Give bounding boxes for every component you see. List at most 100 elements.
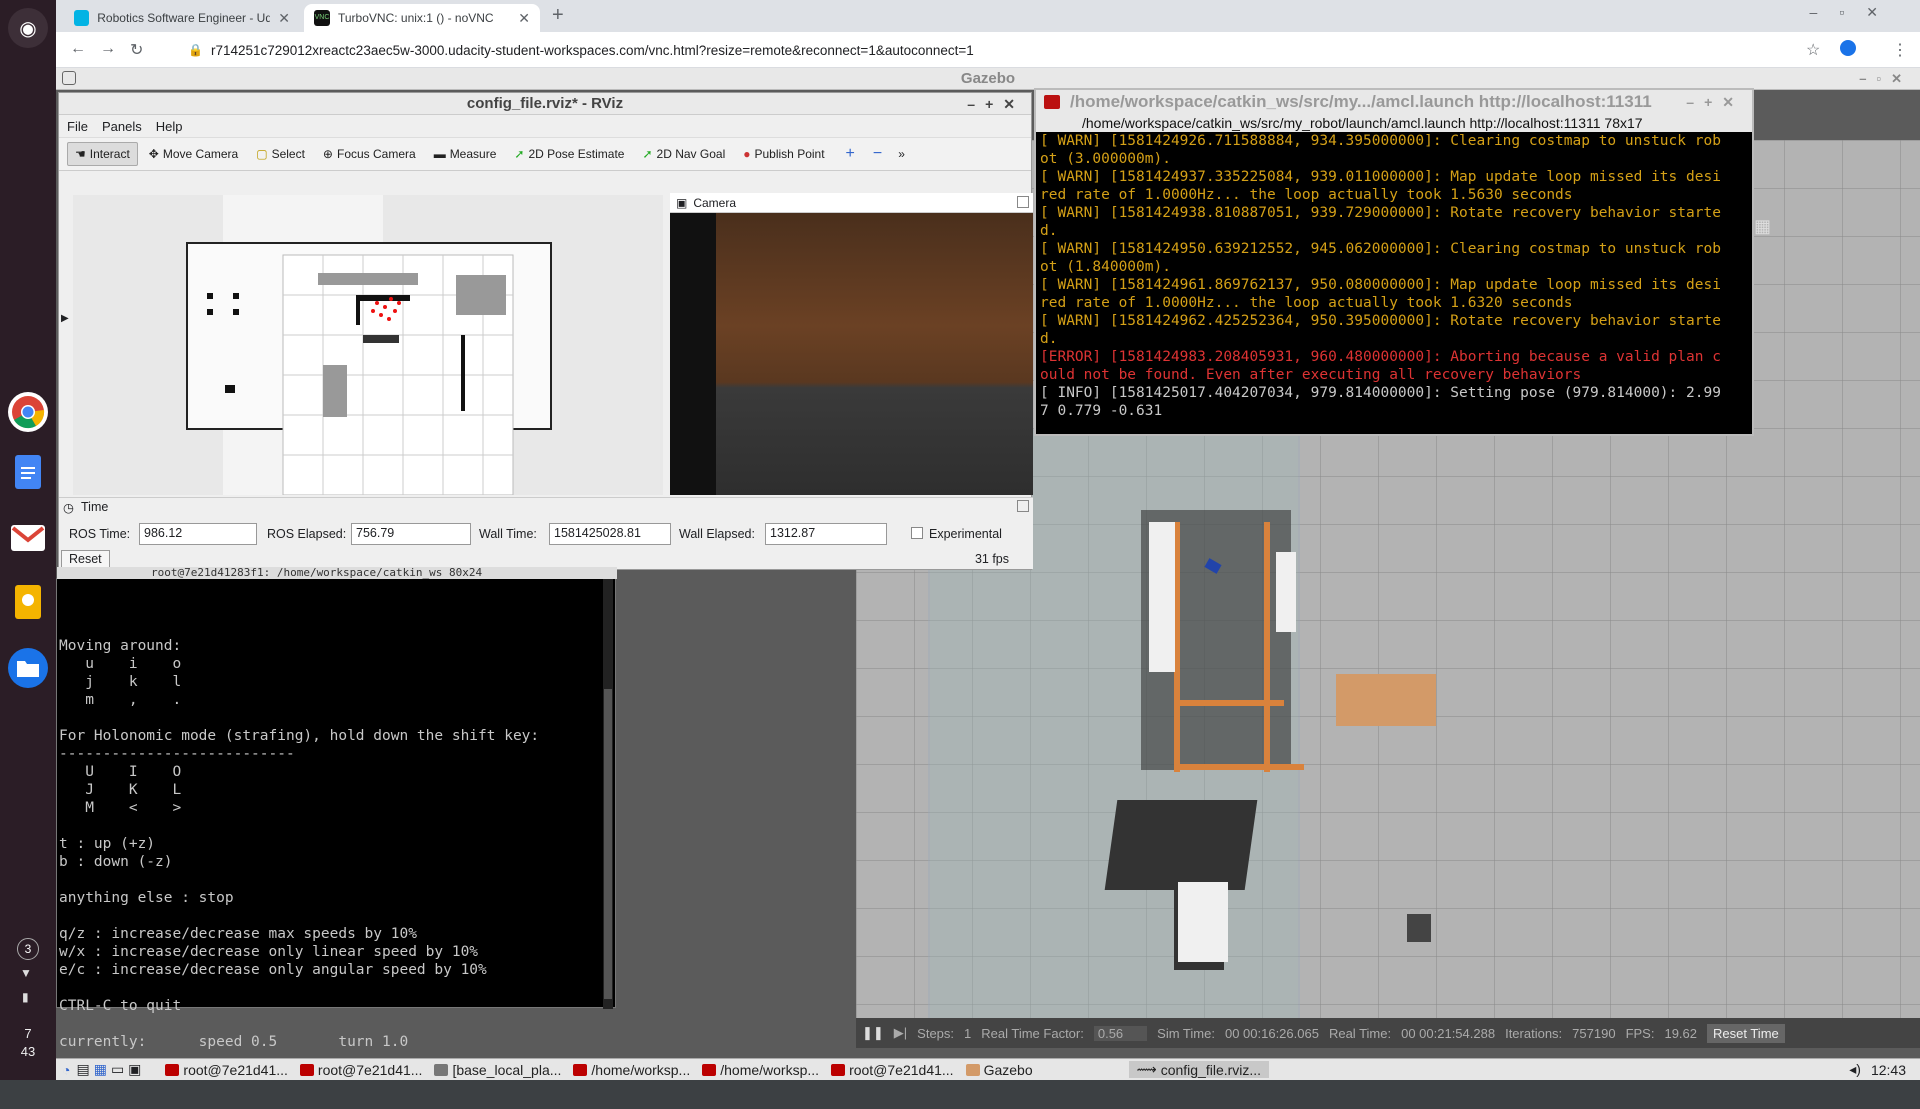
gazebo-icon	[965, 1063, 980, 1076]
amcl-subtitle: /home/workspace/catkin_ws/src/my_robot/l…	[1082, 115, 1643, 131]
taskbar-label: /home/worksp...	[591, 1061, 691, 1078]
iterations-label: Iterations:	[1505, 1025, 1563, 1041]
taskbar-item[interactable]: /home/worksp...	[702, 1062, 819, 1078]
menu-help[interactable]: Help	[156, 119, 183, 134]
taskbar-item[interactable]: /home/worksp...	[573, 1062, 690, 1078]
pause-icon[interactable]: ❚❚	[862, 1025, 884, 1041]
menu-file[interactable]: File	[67, 119, 88, 134]
tool-publish-point[interactable]: ● Publish Point	[736, 143, 831, 165]
experimental-checkbox[interactable]	[911, 527, 923, 539]
start-menu-icon[interactable]: ◔	[62, 1062, 70, 1078]
vnc-desktop[interactable]: Gazebo –▫✕ ❚❚ ▶| Steps: 1 Real Time Fact…	[56, 68, 1920, 1058]
launcher-icon[interactable]: ◉	[8, 8, 48, 48]
new-tab-button[interactable]: +	[552, 4, 564, 27]
window-launcher-icon[interactable]: ▭	[111, 1061, 124, 1078]
tool-move-camera[interactable]: ✥ Move Camera	[142, 143, 245, 165]
terminal-line: ---------------------------	[59, 746, 295, 762]
time-panel-close[interactable]	[1017, 500, 1029, 512]
close-icon[interactable]: ✕	[518, 10, 530, 27]
terminal-line: CTRL-C to quit	[59, 998, 182, 1014]
amcl-terminal-output[interactable]: [ WARN] [1581424926.711588884, 934.39500…	[1036, 132, 1752, 432]
reset-time-button[interactable]: Reset Time	[1707, 1023, 1785, 1043]
bookmark-star-icon[interactable]: ☆	[1806, 40, 1820, 60]
ros-elapsed-label: ROS Elapsed:	[267, 527, 347, 541]
taskbar-item[interactable]: root@7e21d41...	[299, 1062, 422, 1078]
left-dock-arrow-icon[interactable]: ▶	[61, 313, 69, 324]
taskbar-item[interactable]: root@7e21d41...	[831, 1062, 954, 1078]
ros-elapsed-field[interactable]: 756.79	[351, 523, 471, 545]
menu-panels[interactable]: Panels	[102, 119, 142, 134]
wall-time-field[interactable]: 1581425028.81	[549, 523, 671, 545]
add-tool-icon[interactable]: +	[846, 145, 855, 163]
terminal-icon	[1044, 95, 1060, 109]
wall	[1174, 764, 1304, 770]
keep-icon[interactable]	[8, 582, 48, 622]
reload-icon[interactable]: ↻	[130, 40, 143, 60]
taskbar-label: root@7e21d41...	[849, 1061, 954, 1078]
tool-label: Focus Camera	[336, 147, 416, 161]
close-icon[interactable]: ✕	[278, 10, 290, 27]
taskbar-item-active[interactable]: ⟿ config_file.rviz...	[1128, 1061, 1270, 1078]
battery-icon: ▮	[22, 990, 29, 1004]
rviz-map-view[interactable]	[73, 195, 663, 496]
tab-udacity[interactable]: Robotics Software Engineer - Uda ✕	[64, 4, 300, 32]
gazebo-window-controls[interactable]: –▫✕	[1859, 68, 1912, 90]
reset-button[interactable]: Reset	[61, 550, 110, 568]
terminal-line: [ WARN] [1581424962.425252364, 950.39500…	[1040, 313, 1721, 329]
tool-2d-pose-estimate[interactable]: ➚ 2D Pose Estimate	[507, 143, 631, 165]
rtf-value: 0.56	[1093, 1025, 1148, 1041]
gmail-icon[interactable]	[8, 518, 48, 558]
camera-panel-close[interactable]	[1017, 196, 1029, 208]
terminal-line: [ WARN] [1581424961.869762137, 950.08000…	[1040, 277, 1721, 293]
address-bar[interactable]: 🔒 r714251c729012xreactc23aec5w-3000.udac…	[178, 36, 1920, 64]
taskbar-item[interactable]: root@7e21d41...	[165, 1062, 288, 1078]
taskbar-item[interactable]: Gazebo	[965, 1062, 1033, 1078]
profile-avatar[interactable]	[1840, 40, 1856, 56]
scrollbar-thumb[interactable]	[604, 689, 612, 999]
fps-readout: 31 fps	[974, 552, 1009, 566]
terminal-line: e/c : increase/decrease only angular spe…	[59, 962, 487, 978]
steps-value: 1	[964, 1025, 972, 1041]
wall-time-label: Wall Time:	[479, 527, 537, 541]
files-launcher-icon[interactable]: ▤	[76, 1061, 89, 1078]
rviz-window: config_file.rviz* - RViz –+✕ File Panels…	[58, 92, 1033, 570]
terminal-line: [ WARN] [1581424926.711588884, 934.39500…	[1040, 133, 1721, 149]
remove-tool-icon[interactable]: −	[873, 145, 882, 163]
rviz-icon: ⟿	[1136, 1061, 1157, 1077]
terminal-line: [ WARN] [1581424950.639212552, 945.06200…	[1040, 241, 1721, 257]
display-launcher-icon[interactable]: ▣	[128, 1061, 141, 1078]
back-icon[interactable]: ←	[70, 40, 86, 58]
tool-interact[interactable]: ☚ Interact	[67, 142, 138, 166]
real-time-label: Real Time:	[1328, 1025, 1392, 1041]
table-box	[1336, 674, 1436, 726]
terminal-launcher-icon[interactable]: ▦	[94, 1061, 107, 1078]
rviz-window-controls[interactable]: –+✕	[967, 93, 1025, 115]
tab-novnc[interactable]: VNC TurboVNC: unix:1 () - noVNC ✕	[304, 4, 540, 32]
teleop-scrollbar[interactable]	[603, 579, 613, 1009]
real-time-value: 00 00:21:54.288	[1401, 1025, 1496, 1041]
forward-icon[interactable]: →	[100, 40, 116, 58]
terminal-line: w/x : increase/decrease only linear spee…	[59, 944, 479, 960]
ros-time-field[interactable]: 986.12	[139, 523, 257, 545]
window-controls[interactable]: –▫✕	[1810, 4, 1900, 21]
notification-badge[interactable]: 3	[17, 938, 39, 960]
amcl-window-controls[interactable]: –+✕	[1686, 90, 1744, 114]
more-tools-icon[interactable]: »	[898, 147, 905, 161]
menu-kebab-icon[interactable]: ⋮	[1892, 40, 1908, 60]
taskbar-item[interactable]: [base_local_pla...	[434, 1062, 561, 1078]
tool-measure[interactable]: ▬ Measure	[427, 143, 504, 165]
files-icon[interactable]	[8, 648, 48, 688]
terminal-line: d.	[1040, 223, 1058, 239]
volume-icon[interactable]: ◂)	[1849, 1061, 1861, 1078]
step-icon[interactable]: ▶|	[894, 1025, 907, 1041]
docs-icon[interactable]	[8, 452, 48, 492]
teleop-terminal-window[interactable]: root@7e21d41283f1: /home/workspace/catki…	[56, 567, 617, 1050]
screenshot-icon[interactable]: ▦	[1754, 216, 1771, 237]
tool-focus-camera[interactable]: ⊕ Focus Camera	[316, 143, 423, 165]
tool-select[interactable]: ▢ Select	[249, 143, 312, 165]
tool-2d-nav-goal[interactable]: ➚ 2D Nav Goal	[635, 143, 732, 165]
terminal-line: q/z : increase/decrease max speeds by 10…	[59, 926, 417, 942]
chrome-icon[interactable]	[8, 392, 48, 432]
wall-elapsed-field[interactable]: 1312.87	[765, 523, 887, 545]
